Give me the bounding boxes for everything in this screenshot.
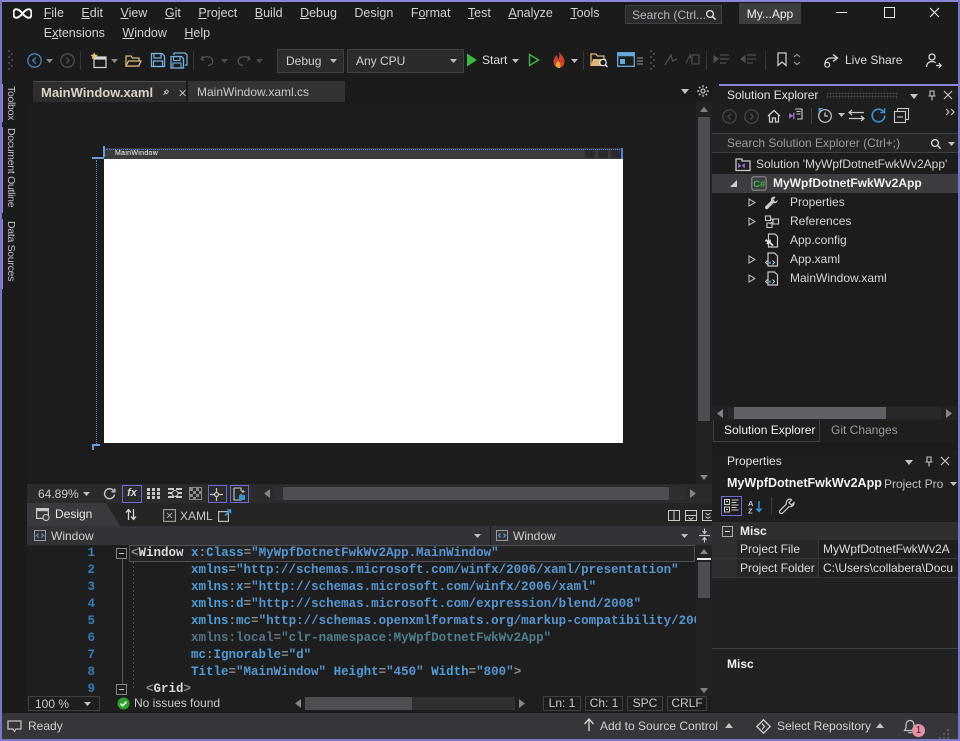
svg-text:C#: C#: [753, 179, 766, 190]
svg-text:Z: Z: [748, 507, 753, 515]
